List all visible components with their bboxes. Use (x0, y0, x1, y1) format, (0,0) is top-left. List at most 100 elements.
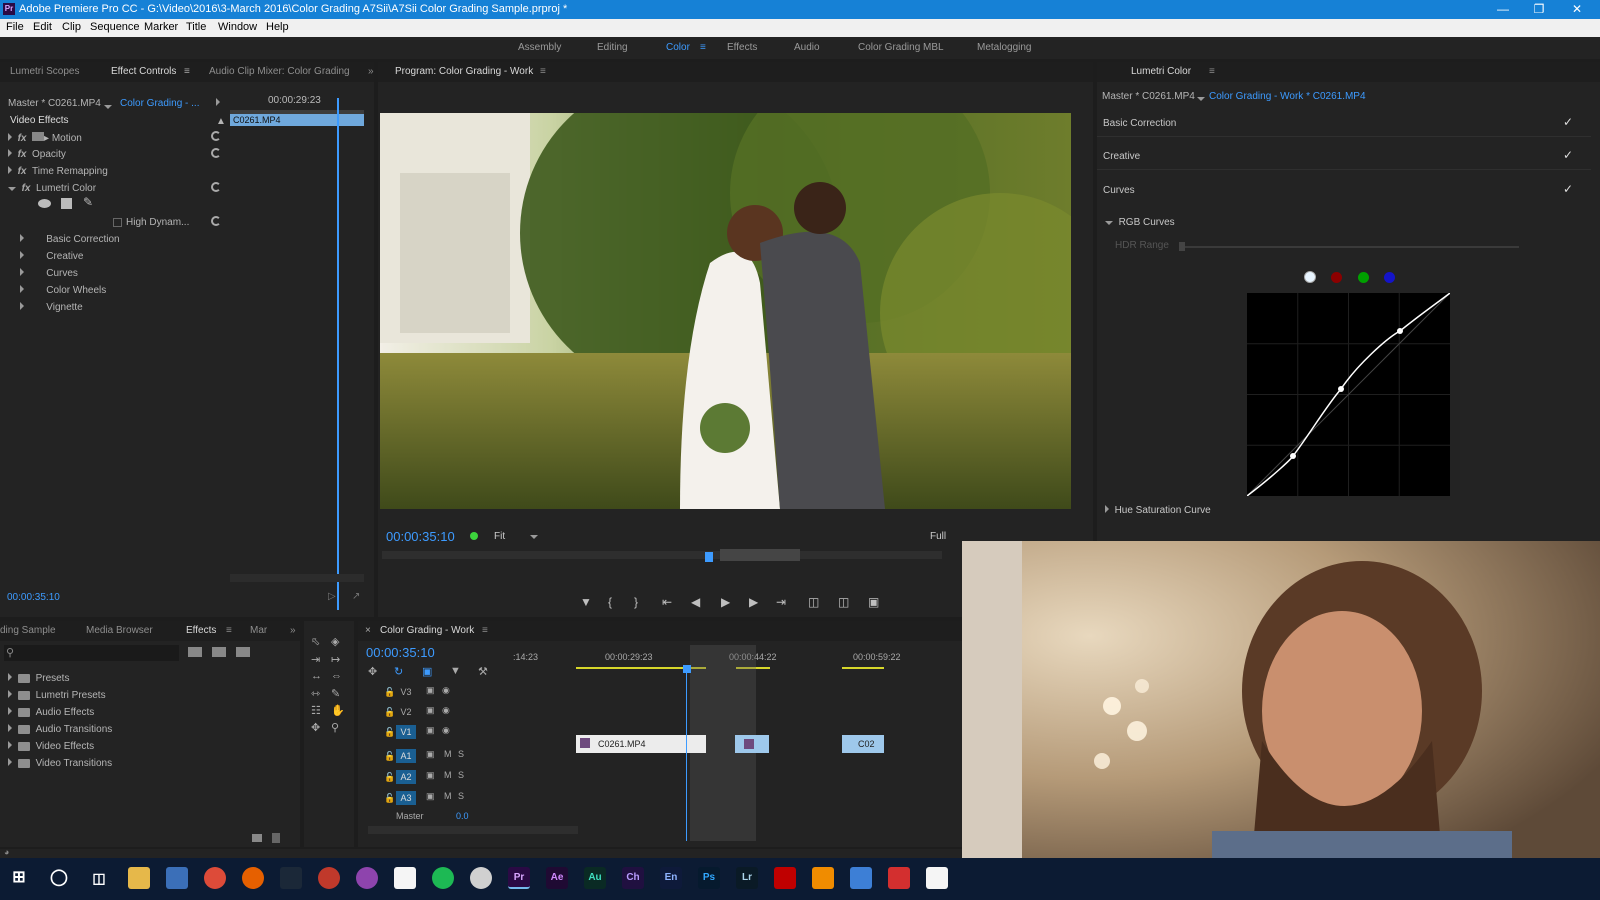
encoder-icon[interactable]: En (660, 867, 682, 889)
workspace-effects[interactable]: Effects (727, 42, 757, 53)
reset-icon[interactable] (211, 216, 221, 226)
zoom-select[interactable]: Fit (494, 531, 539, 542)
rate-stretch-icon[interactable]: ⇔ (331, 670, 342, 682)
tab-markers[interactable]: Mar (250, 625, 267, 636)
track-v2[interactable]: V2 (396, 705, 416, 719)
timeline-playhead[interactable] (686, 673, 687, 841)
collapse-icon[interactable]: ▲ (216, 116, 226, 127)
tab-effects[interactable]: Effects (186, 625, 216, 636)
lock-icon[interactable]: 🔓 (384, 793, 395, 804)
timeline-playhead-head[interactable] (683, 665, 691, 673)
filezilla-icon[interactable] (774, 867, 796, 889)
nest-icon[interactable]: ✥ (368, 665, 377, 678)
program-timecode[interactable]: 00:00:35:10 (386, 529, 455, 544)
lumetri-section-curves[interactable]: Curves ✓ (1097, 174, 1591, 204)
panel-menu-icon[interactable]: ≡ (226, 625, 232, 636)
extract-icon[interactable]: ◫ (838, 595, 849, 609)
rectangle-mask-icon[interactable] (61, 198, 72, 209)
workspace-assembly[interactable]: Assembly (518, 42, 561, 53)
app-icon[interactable] (356, 867, 378, 889)
panel-menu-icon[interactable]: ≡ (1209, 66, 1215, 77)
after-effects-icon[interactable]: Ae (546, 867, 568, 889)
tab-audio-clip-mixer[interactable]: Audio Clip Mixer: Color Grading (209, 66, 350, 77)
folder-video-transitions[interactable]: Video Transitions (8, 758, 112, 769)
linked-selection-icon[interactable]: ▣ (422, 665, 432, 678)
app-icon[interactable] (470, 867, 492, 889)
toggle-output-icon[interactable]: ▣ (426, 685, 435, 696)
ec-scrollbar[interactable] (230, 574, 364, 582)
section-curves[interactable]: Curves (20, 268, 78, 279)
go-to-in-icon[interactable]: ⇤ (662, 595, 672, 609)
tab-effect-controls[interactable]: Effect Controls (111, 66, 176, 77)
transform-icon[interactable] (32, 132, 45, 141)
channel-green-icon[interactable] (1358, 272, 1369, 283)
channel-luma-icon[interactable] (1304, 271, 1316, 283)
close-icon[interactable]: × (365, 625, 371, 636)
section-color-wheels[interactable]: Color Wheels (20, 285, 106, 296)
curve-point[interactable] (1290, 453, 1296, 459)
toggle-output-icon[interactable]: ▣ (426, 705, 435, 716)
workspace-color-grading-mbl[interactable]: Color Grading MBL (858, 42, 944, 53)
program-playhead[interactable] (705, 552, 713, 562)
timeline-title[interactable]: Color Grading - Work (380, 625, 474, 636)
spotify-icon[interactable] (432, 867, 454, 889)
more-panels-icon[interactable]: » (368, 66, 374, 77)
ellipse-mask-icon[interactable] (38, 199, 51, 208)
yuv-effects-icon[interactable] (236, 647, 250, 657)
hdr-slider-thumb[interactable] (1179, 242, 1185, 251)
section-creative[interactable]: Creative (20, 251, 83, 262)
tab-lumetri-color[interactable]: Lumetri Color (1131, 66, 1191, 77)
program-video-frame[interactable] (380, 113, 1071, 509)
tab-lumetri-scopes[interactable]: Lumetri Scopes (10, 66, 79, 77)
solo-icon[interactable]: S (458, 749, 464, 759)
track-a1[interactable]: A1 (396, 749, 416, 763)
toggle-output-icon[interactable]: ▣ (426, 725, 435, 736)
tab-media-browser[interactable]: Media Browser (86, 625, 153, 636)
store-icon[interactable] (166, 867, 188, 889)
channel-red-icon[interactable] (1331, 272, 1342, 283)
export-icon[interactable]: ↗ (352, 591, 360, 602)
work-area-bar[interactable] (720, 549, 800, 561)
toggle-output-icon[interactable]: ▣ (426, 791, 435, 802)
move-tool-icon[interactable]: ✥ (311, 721, 320, 734)
steam-icon[interactable] (280, 867, 302, 889)
hand-tool-icon[interactable]: ✋ (331, 704, 345, 717)
effect-opacity[interactable]: fx Opacity (8, 149, 66, 160)
rolling-edit-icon[interactable]: ↔ (311, 670, 322, 682)
effect-motion[interactable]: fx ▸ Motion (8, 132, 82, 144)
menu-sequence[interactable]: Sequence (90, 21, 140, 33)
firefox-icon[interactable] (242, 867, 264, 889)
solo-icon[interactable]: S (458, 791, 464, 801)
channel-blue-icon[interactable] (1384, 272, 1395, 283)
timeline-scrollbar[interactable] (368, 826, 578, 834)
premiere-taskbar-icon[interactable]: Pr (508, 867, 530, 889)
folder-video-effects[interactable]: Video Effects (8, 741, 94, 752)
mute-icon[interactable]: M (444, 749, 452, 759)
effects-search-input[interactable]: ⚲ (4, 645, 179, 661)
track-a2[interactable]: A2 (396, 770, 416, 784)
checkmark-icon[interactable]: ✓ (1563, 148, 1573, 162)
wrench-icon[interactable]: ⚒ (478, 665, 488, 678)
program-title[interactable]: Program: Color Grading - Work (395, 66, 533, 77)
app-icon[interactable] (888, 867, 910, 889)
mute-icon[interactable]: M (444, 791, 452, 801)
razor-tool-icon[interactable]: ◈ (331, 635, 339, 648)
rgb-curve-graph[interactable] (1246, 292, 1451, 497)
add-marker-icon[interactable]: ▼ (580, 595, 592, 609)
track-a3[interactable]: A3 (396, 791, 416, 805)
mark-out-icon[interactable]: } (634, 595, 638, 609)
menu-clip[interactable]: Clip (62, 21, 81, 33)
play-icon[interactable]: ▶ (721, 595, 730, 609)
folder-audio-transitions[interactable]: Audio Transitions (8, 724, 112, 735)
restore-icon[interactable]: ❐ (1524, 1, 1554, 17)
pen-mask-icon[interactable]: ✎ (83, 195, 93, 209)
ripple-edit-icon[interactable]: ↦ (331, 653, 340, 666)
chevron-down-icon[interactable] (104, 101, 112, 112)
panel-menu-icon[interactable]: ≡ (540, 66, 546, 77)
hdr-checkbox[interactable] (113, 218, 122, 227)
cortana-icon[interactable]: ◯ (48, 867, 70, 889)
tab-project[interactable]: ding Sample (0, 625, 56, 636)
audition-icon[interactable]: Au (584, 867, 606, 889)
chevron-down-icon[interactable] (530, 535, 539, 539)
menu-file[interactable]: File (6, 21, 24, 33)
